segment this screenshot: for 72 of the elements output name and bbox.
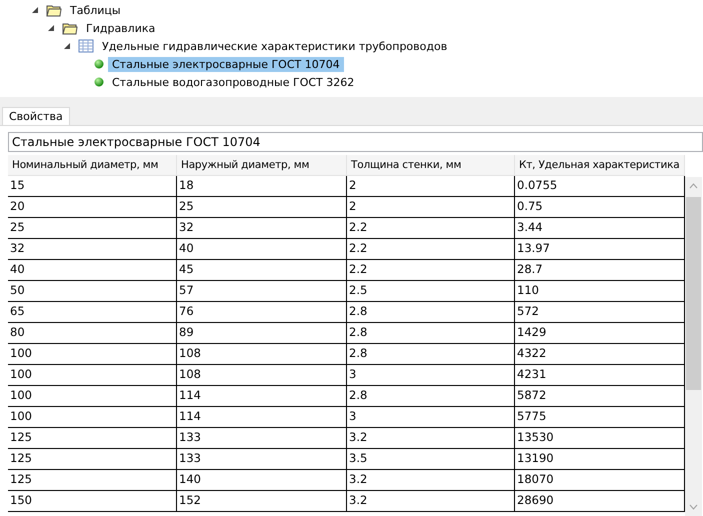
- expander-icon[interactable]: [62, 41, 72, 51]
- table-cell: 32: [8, 239, 177, 260]
- tree-item[interactable]: Гидравлика: [82, 20, 160, 36]
- scroll-up-icon[interactable]: [689, 183, 698, 189]
- table-cell: 2.8: [347, 323, 515, 344]
- table-cell: 76: [177, 302, 347, 323]
- tree-item[interactable]: Стальные электросварные ГОСТ 10704: [108, 56, 344, 72]
- expander-icon[interactable]: [30, 5, 40, 15]
- table-cell: 140: [177, 470, 347, 491]
- table-cell: 2: [347, 197, 515, 218]
- column-header[interactable]: Толщина стенки, мм: [347, 155, 515, 176]
- status-dot-icon: [94, 59, 104, 69]
- tab[interactable]: Свойства: [2, 107, 70, 125]
- tree-item[interactable]: Удельные гидравлические характеристики трубопроводов: [98, 38, 452, 54]
- table-cell: 45: [177, 260, 347, 281]
- status-dot-icon: [94, 77, 104, 87]
- table-cell: 50: [8, 281, 177, 302]
- table-cell: 3.2: [347, 470, 515, 491]
- table-cell: 2.8: [347, 302, 515, 323]
- table-cell: 133: [177, 428, 347, 449]
- table-cell: 3.2: [347, 491, 515, 512]
- expander-icon[interactable]: [46, 23, 56, 33]
- tree-item[interactable]: Таблицы: [66, 2, 125, 18]
- table-cell: 114: [177, 386, 347, 407]
- folder-icon: [46, 3, 62, 17]
- scroll-down-icon[interactable]: [689, 504, 698, 510]
- table-cell: 2.8: [347, 344, 515, 365]
- table-cell: 89: [177, 323, 347, 344]
- name-field[interactable]: Стальные электросварные ГОСТ 10704: [8, 132, 703, 152]
- table-cell: 133: [177, 449, 347, 470]
- table-cell: 100: [8, 344, 177, 365]
- table-cell: 125: [8, 470, 177, 491]
- table-cell: 108: [177, 344, 347, 365]
- column-header[interactable]: Номинальный диаметр, мм: [8, 155, 177, 176]
- scroll-thumb[interactable]: [686, 197, 701, 390]
- table-cell: 125: [8, 449, 177, 470]
- table-cell: 152: [177, 491, 347, 512]
- table-cell: 57: [177, 281, 347, 302]
- table-cell: 100: [8, 386, 177, 407]
- table-cell: 40: [177, 239, 347, 260]
- table-cell: 15: [8, 176, 177, 197]
- folder-icon: [62, 21, 78, 35]
- table-cell: 108: [177, 365, 347, 386]
- table-cell: 25: [177, 197, 347, 218]
- scrollbar[interactable]: [685, 177, 702, 516]
- table-cell: 114: [177, 407, 347, 428]
- table-cell: 25: [8, 218, 177, 239]
- table-icon: [78, 39, 94, 53]
- table-cell: 3: [347, 407, 515, 428]
- table-cell: 40: [8, 260, 177, 281]
- table-cell: 2.5: [347, 281, 515, 302]
- table-cell: 2.2: [347, 218, 515, 239]
- table-cell: 3.2: [347, 428, 515, 449]
- table-cell: 2.2: [347, 239, 515, 260]
- table-cell: 65: [8, 302, 177, 323]
- column-header[interactable]: Наружный диаметр, мм: [177, 155, 347, 176]
- table-cell: 32: [177, 218, 347, 239]
- table-cell: 2.2: [347, 260, 515, 281]
- table-cell: 20: [8, 197, 177, 218]
- column-header[interactable]: Кт, Удельная характеристика: [515, 155, 685, 176]
- table-cell: 100: [8, 407, 177, 428]
- table-cell: 0.0755: [515, 176, 685, 197]
- table-cell: 18: [177, 176, 347, 197]
- table-cell: 2.8: [347, 386, 515, 407]
- table-cell: 2: [347, 176, 515, 197]
- table-cell: 150: [8, 491, 177, 512]
- table-cell: 3: [347, 365, 515, 386]
- table-cell: 80: [8, 323, 177, 344]
- table-cell: 3.5: [347, 449, 515, 470]
- tree-item[interactable]: Стальные водогазопроводные ГОСТ 3262: [108, 74, 358, 90]
- table-cell: 100: [8, 365, 177, 386]
- table-cell: 125: [8, 428, 177, 449]
